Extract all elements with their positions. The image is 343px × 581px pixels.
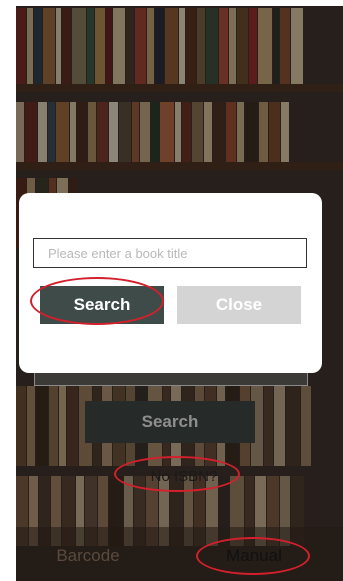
book-title-input[interactable] (33, 238, 307, 268)
annotation-circle (196, 537, 310, 575)
annotation-circle (114, 456, 240, 492)
annotation-circle (30, 277, 164, 325)
background-search-button: Search (85, 401, 255, 443)
close-button[interactable]: Close (177, 286, 301, 324)
manual-entry-dialog: Search Close (19, 193, 322, 373)
tab-barcode[interactable]: Barcode (38, 543, 138, 569)
